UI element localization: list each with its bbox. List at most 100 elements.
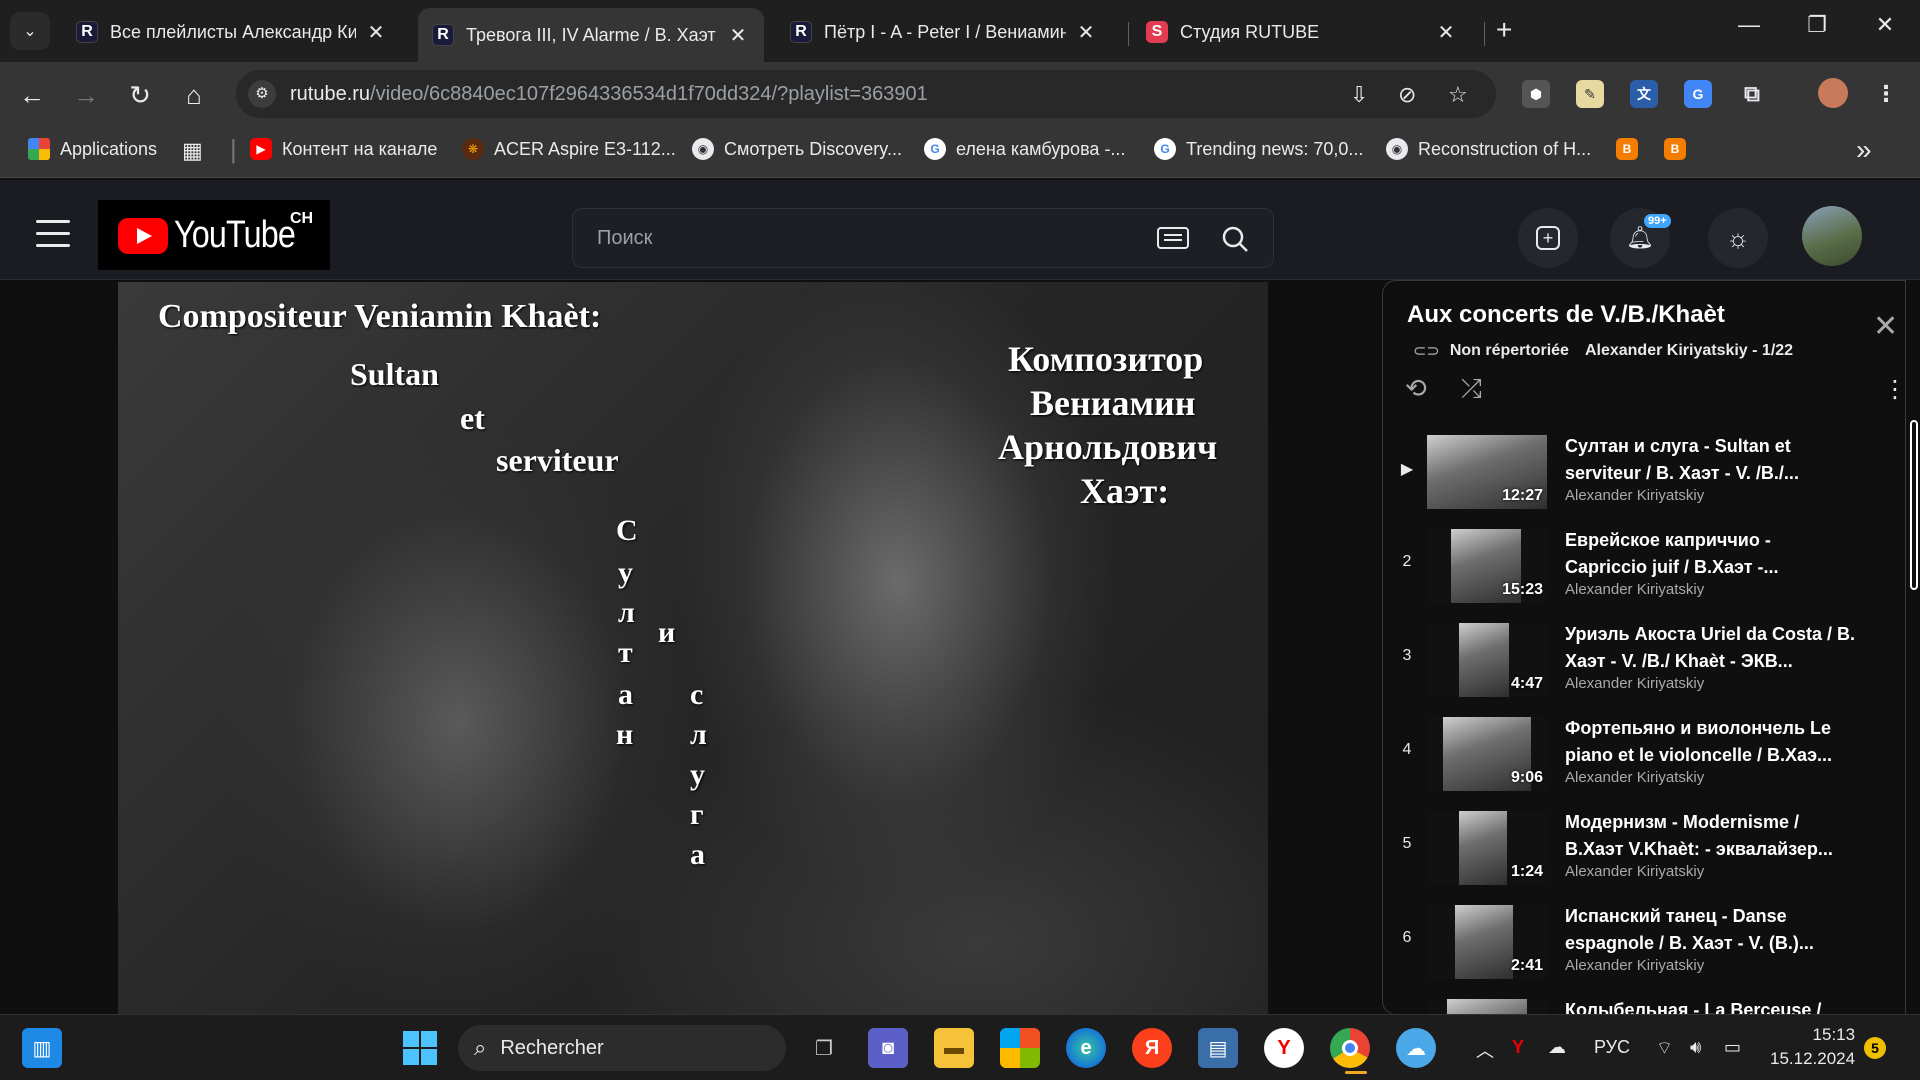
url-text[interactable]: rutube.ru/video/6c8840ec107f2964336534d1… (290, 83, 928, 106)
volume-icon[interactable]: 🔊︎ (1690, 1037, 1701, 1058)
tab-alarme[interactable]: R Тревога III, IV Alarme / В. Хаэт ✕ (418, 8, 764, 62)
wifi-icon[interactable]: ⌔ (1656, 1037, 1673, 1060)
chevron-up-icon[interactable]: ︿ (1476, 1037, 1494, 1063)
yandex-browser-icon[interactable]: Y (1264, 1028, 1304, 1068)
new-tab-button[interactable]: + (1496, 14, 1512, 46)
playlist-item-channel[interactable]: Alexander Kiriyatskiy (1565, 487, 1704, 504)
weather-app-icon[interactable]: ☁ (1396, 1028, 1436, 1068)
file-explorer-icon[interactable]: ▬ (934, 1028, 974, 1068)
extension-translate-icon[interactable]: 文 (1630, 80, 1658, 108)
video-thumbnail[interactable]: 15:23 (1427, 529, 1547, 603)
task-view-icon[interactable]: ❐ (804, 1028, 844, 1068)
reload-button[interactable]: ↻ (122, 78, 158, 114)
cloud-icon[interactable]: ☁ (1548, 1037, 1566, 1058)
extension-shield-icon[interactable]: ⬢ (1522, 80, 1550, 108)
restore-button[interactable]: ❐ (1792, 12, 1842, 38)
playlist-item-channel[interactable]: Alexander Kiriyatskiy (1565, 863, 1704, 880)
more-menu-icon[interactable]: ⋮ (1872, 80, 1900, 108)
playlist-item-title[interactable]: Колыбельная - La Berceuse / (1565, 997, 1855, 1014)
minimize-button[interactable]: — (1724, 12, 1774, 38)
bookmark-applications[interactable]: Applications (28, 138, 157, 160)
close-icon[interactable]: ✕ (726, 23, 750, 48)
keyboard-icon[interactable] (1157, 227, 1189, 249)
playlist-item[interactable]: 4 9:06 Фортепьяно и виолончель Le piano … (1383, 707, 1893, 797)
close-icon[interactable]: ✕ (1873, 309, 1898, 344)
video-player[interactable]: Compositeur Veniamin Khaèt: Sultan et se… (118, 282, 1268, 1014)
more-vertical-icon[interactable]: ⋮ (1883, 375, 1905, 404)
eye-off-icon[interactable]: ⊘ (1398, 82, 1416, 108)
playlist-item[interactable]: ▶ 12:27 Султан и слуга - Sultan et servi… (1383, 425, 1893, 515)
close-icon[interactable]: ✕ (1434, 20, 1458, 45)
store-icon[interactable] (1000, 1028, 1040, 1068)
teams-icon[interactable]: ◙ (868, 1028, 908, 1068)
profile-avatar-icon[interactable] (1818, 78, 1848, 108)
google-translate-icon[interactable]: G (1684, 80, 1712, 108)
user-avatar[interactable] (1802, 206, 1862, 266)
tab-search-button[interactable]: ⌄ (10, 12, 50, 50)
video-thumbnail[interactable]: 4:47 (1427, 623, 1547, 697)
video-thumbnail[interactable]: 9:06 (1427, 717, 1547, 791)
home-button[interactable]: ⌂ (176, 78, 212, 114)
playlist-item[interactable]: 6 2:41 Испанский танец - Danse espagnole… (1383, 895, 1893, 985)
playlist-item[interactable]: 5 1:24 Модернизм - Modernisme / В.Хаэт V… (1383, 801, 1893, 891)
video-thumbnail[interactable] (1427, 999, 1547, 1014)
playlist-title[interactable]: Aux concerts de V./B./Khaèt (1407, 301, 1725, 329)
playlist-owner-progress[interactable]: Alexander Kiriyatskiy - 1/22 (1585, 342, 1793, 360)
video-thumbnail[interactable]: 1:24 (1427, 811, 1547, 885)
playlist-item[interactable]: 3 4:47 Уриэль Акоста Uriel da Costa / В.… (1383, 613, 1893, 703)
playlist-item-channel[interactable]: Alexander Kiriyatskiy (1565, 957, 1704, 974)
playlist-item-title[interactable]: Испанский танец - Danse espagnole / В. Х… (1565, 903, 1855, 957)
blogger-bookmark-1[interactable]: B (1616, 138, 1648, 160)
theme-toggle-button[interactable]: ☼ (1708, 208, 1768, 268)
playlist-item-title[interactable]: Султан и слуга - Sultan et serviteur / В… (1565, 433, 1855, 487)
bookmark-trending-news[interactable]: G Trending news: 70,0... (1154, 138, 1363, 160)
tab-all-playlists[interactable]: R Все плейлисты Александр Кир ✕ (62, 8, 402, 56)
tab-rutube-studio[interactable]: S Студия RUTUBE ✕ (1132, 8, 1472, 56)
more-bookmarks-button[interactable]: » (1856, 134, 1872, 166)
back-button[interactable]: ← (14, 78, 50, 114)
shuffle-icon[interactable]: ⤮ (1461, 373, 1482, 405)
playlist-item-title[interactable]: Еврейское каприччио - Capriccio juif / В… (1565, 527, 1855, 581)
site-info-icon[interactable]: ⚙ (248, 80, 276, 108)
notification-count[interactable]: 5 (1864, 1037, 1886, 1059)
bookmark-kamburova[interactable]: G елена камбурова -... (924, 138, 1125, 160)
page-scrollbar[interactable] (1910, 420, 1918, 590)
yandex-icon[interactable]: Я (1132, 1028, 1172, 1068)
battery-icon[interactable]: ▭ (1724, 1037, 1741, 1058)
blogger-bookmark-2[interactable]: B (1664, 138, 1696, 160)
bookmark-reconstruction[interactable]: ◉ Reconstruction of H... (1386, 138, 1591, 160)
extensions-puzzle-icon[interactable]: ⧉ (1738, 80, 1766, 108)
bookmark-discovery[interactable]: ◉ Смотреть Discovery... (692, 138, 902, 160)
tab-peter-i[interactable]: R Пётр I - A - Peter I / Вениамин ✕ (776, 8, 1112, 56)
playlist-item-channel[interactable]: Alexander Kiriyatskiy (1565, 675, 1704, 692)
bookmark-star-icon[interactable]: ☆ (1448, 82, 1468, 108)
search-bar[interactable]: Поиск (572, 208, 1274, 268)
grid-icon[interactable]: ▦ (182, 138, 203, 164)
video-thumbnail[interactable]: 2:41 (1427, 905, 1547, 979)
playlist-item-title[interactable]: Уриэль Акоста Uriel da Costa / В. Хаэт -… (1565, 621, 1855, 675)
address-bar[interactable]: ⚙ rutube.ru/video/6c8840ec107f2964336534… (236, 70, 1496, 118)
bookmark-channel-content[interactable]: ▶ Контент на канале (250, 138, 437, 160)
widgets-icon[interactable]: ▥ (22, 1028, 62, 1068)
search-icon[interactable] (1221, 225, 1249, 253)
install-app-icon[interactable]: ⇩ (1350, 82, 1368, 108)
youtube-logo[interactable]: YouTube CH (98, 200, 330, 270)
video-thumbnail[interactable]: 12:27 (1427, 435, 1547, 509)
upload-button[interactable]: + (1518, 208, 1578, 268)
clock[interactable]: 15:13 15.12.2024 (1770, 1023, 1855, 1071)
remote-desktop-icon[interactable]: ▤ (1198, 1028, 1238, 1068)
extension-note-icon[interactable]: ✎ (1576, 80, 1604, 108)
playlist-item-title[interactable]: Фортепьяно и виолончель Le piano et le v… (1565, 715, 1855, 769)
bookmark-acer[interactable]: ❋ ACER Aspire E3-112... (462, 138, 676, 160)
close-window-button[interactable]: ✕ (1860, 12, 1910, 38)
close-icon[interactable]: ✕ (364, 20, 388, 45)
menu-icon[interactable] (36, 220, 70, 256)
playlist-item[interactable]: 2 15:23 Еврейское каприччио - Capriccio … (1383, 519, 1893, 609)
chrome-icon[interactable] (1330, 1028, 1370, 1068)
start-button[interactable] (400, 1028, 440, 1068)
playlist-item[interactable]: Колыбельная - La Berceuse / (1383, 989, 1893, 1014)
taskbar-search[interactable]: ⌕ Rechercher (458, 1025, 786, 1071)
edge-icon[interactable]: e (1066, 1028, 1106, 1068)
playlist-item-channel[interactable]: Alexander Kiriyatskiy (1565, 769, 1704, 786)
forward-button[interactable]: → (68, 78, 104, 114)
